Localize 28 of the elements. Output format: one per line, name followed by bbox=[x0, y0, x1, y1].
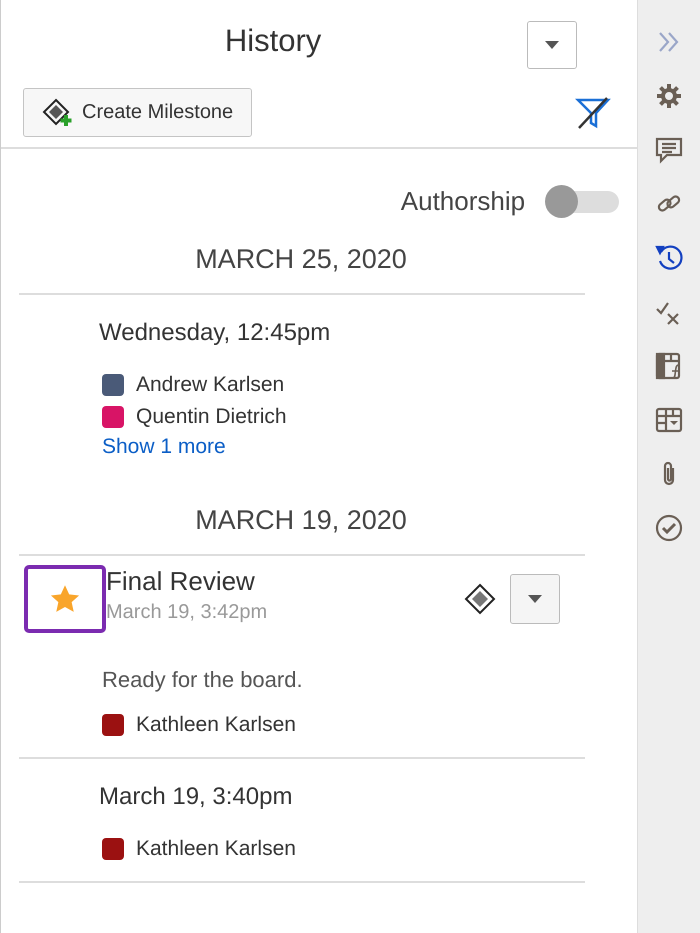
panel-title: History bbox=[224, 23, 322, 59]
check-circle-icon bbox=[654, 513, 684, 543]
entry-time: Wednesday, 12:45pm bbox=[98, 319, 332, 347]
filter-off-icon[interactable] bbox=[575, 96, 612, 130]
star-button[interactable] bbox=[24, 565, 106, 633]
history-icon bbox=[654, 243, 684, 273]
milestone-diamond-icon bbox=[464, 583, 496, 615]
panel-menu-button[interactable] bbox=[527, 21, 578, 69]
authorship-label: Authorship bbox=[400, 186, 526, 217]
entry-time: March 19, 3:40pm bbox=[98, 783, 294, 811]
milestone-note: Ready for the board. bbox=[101, 667, 304, 693]
milestone-menu-button[interactable] bbox=[510, 574, 560, 624]
caret-icon bbox=[545, 41, 560, 49]
create-milestone-button[interactable]: Create Milestone bbox=[23, 88, 252, 137]
comment-icon bbox=[654, 135, 684, 165]
milestone-title: Final Review bbox=[106, 566, 256, 597]
star-icon bbox=[49, 584, 81, 614]
author-name: Quentin Dietrich bbox=[136, 405, 287, 429]
table-icon bbox=[654, 405, 684, 435]
date-heading: MARCH 19, 2020 bbox=[194, 504, 408, 537]
authorship-toggle[interactable] bbox=[545, 185, 620, 218]
caret-icon bbox=[528, 595, 542, 603]
author-name: Kathleen Karlsen bbox=[136, 713, 296, 737]
show-more-link[interactable]: Show 1 more bbox=[19, 435, 226, 459]
author-name: Andrew Karlsen bbox=[136, 373, 284, 397]
date-heading: MARCH 25, 2020 bbox=[194, 243, 408, 276]
author-name: Kathleen Karlsen bbox=[136, 837, 296, 861]
milestone-timestamp: March 19, 3:42pm bbox=[106, 601, 268, 624]
